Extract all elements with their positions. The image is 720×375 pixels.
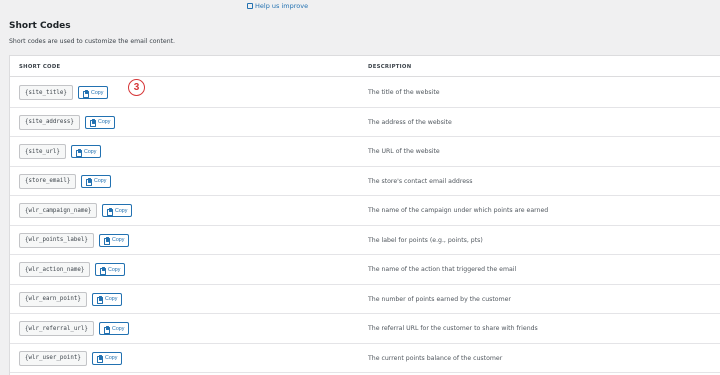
copy-button[interactable]: Copy <box>78 86 109 99</box>
table-row: {site_address} Copy The address of the web… <box>10 108 720 137</box>
copy-button[interactable]: Copy <box>102 204 133 217</box>
copy-icon <box>83 89 89 98</box>
copy-icon <box>107 207 113 216</box>
table-row: {wlr_earn_point} Copy The number of points… <box>10 285 720 314</box>
copy-icon <box>97 296 103 304</box>
top-strip <box>0 0 720 12</box>
copy-icon <box>104 325 110 334</box>
short-code-value: {wlr_user_point} <box>19 350 87 366</box>
table-row: {wlr_points_label} Copy The label for poin… <box>10 226 720 255</box>
help-us-improve-link[interactable]: Help us improve <box>247 2 308 10</box>
feedback-icon <box>247 3 253 9</box>
copy-button[interactable]: Copy <box>92 351 123 365</box>
copy-button[interactable]: Copy <box>92 292 123 306</box>
short-code-value: {wlr_campaign_name} <box>19 203 98 218</box>
table-row: {wlr_user_point} Copy The current points b… <box>10 344 720 373</box>
column-header-description: DESCRIPTION <box>368 64 412 70</box>
copy-button[interactable]: Copy <box>99 322 130 335</box>
short-code-description: The name of the action that triggered th… <box>368 266 517 273</box>
copy-button-label: Copy <box>105 355 118 361</box>
short-code-description: The name of the campaign under which poi… <box>368 207 549 214</box>
short-code-value: {site_url} <box>19 144 66 159</box>
copy-button[interactable]: Copy <box>71 145 102 158</box>
copy-button-label: Copy <box>91 89 104 96</box>
copy-button-label: Copy <box>112 325 125 332</box>
copy-button-label: Copy <box>108 266 121 273</box>
short-code-description: The number of points earned by the custo… <box>368 295 511 303</box>
table-header: SHORT CODE DESCRIPTION <box>10 56 720 77</box>
copy-icon <box>90 119 96 127</box>
short-code-description: The current points balance of the custom… <box>368 354 503 362</box>
copy-icon <box>76 148 82 157</box>
copy-icon <box>100 266 106 275</box>
copy-button-label: Copy <box>84 148 97 155</box>
copy-button-label: Copy <box>105 296 118 302</box>
copy-icon <box>104 237 110 245</box>
page-title: Short Codes <box>9 21 71 31</box>
short-code-description: The address of the website <box>368 118 452 126</box>
short-code-value: {site_title} <box>19 85 73 100</box>
short-code-value: {wlr_points_label} <box>19 232 94 248</box>
table-row: {store_email} Copy The store's contact ema… <box>10 167 720 196</box>
copy-button[interactable]: Copy <box>95 263 126 276</box>
column-header-short-code: SHORT CODE <box>19 64 61 70</box>
table-row: {site_title} Copy The title of the website <box>10 78 720 108</box>
short-code-value: {wlr_earn_point} <box>19 291 87 307</box>
copy-button-label: Copy <box>112 237 125 243</box>
short-code-value: {store_email} <box>19 173 77 189</box>
copy-button[interactable]: Copy <box>99 233 130 247</box>
short-code-value: {wlr_action_name} <box>19 262 91 277</box>
short-code-value: {wlr_referral_url} <box>19 321 94 336</box>
copy-button[interactable]: Copy <box>85 115 116 129</box>
copy-button-label: Copy <box>98 119 111 125</box>
short-codes-table: SHORT CODE DESCRIPTION {site_title} Copy T… <box>9 55 720 375</box>
section-description: Short codes are used to customize the em… <box>9 38 176 45</box>
table-row: {wlr_action_name} Copy The name of the act… <box>10 255 720 285</box>
short-code-description: The title of the website <box>368 89 440 96</box>
short-code-description: The URL of the website <box>368 148 440 155</box>
help-link-label: Help us improve <box>255 2 309 10</box>
copy-icon <box>86 178 92 186</box>
short-code-description: The label for points (e.g., points, pts) <box>368 236 483 244</box>
short-code-value: {site_address} <box>19 114 80 130</box>
table-row: {wlr_referral_url} Copy The referral URL f… <box>10 314 720 344</box>
short-code-description: The referral URL for the customer to sha… <box>368 325 538 332</box>
copy-icon <box>97 355 103 363</box>
copy-button-label: Copy <box>115 207 128 214</box>
copy-button[interactable]: Copy <box>81 174 112 188</box>
table-row: {wlr_campaign_name} Copy The name of the c… <box>10 196 720 226</box>
step-marker: 3 <box>128 79 145 96</box>
copy-button-label: Copy <box>94 178 107 184</box>
short-code-description: The store's contact email address <box>368 177 473 185</box>
table-row: {site_url} Copy The URL of the website <box>10 137 720 167</box>
